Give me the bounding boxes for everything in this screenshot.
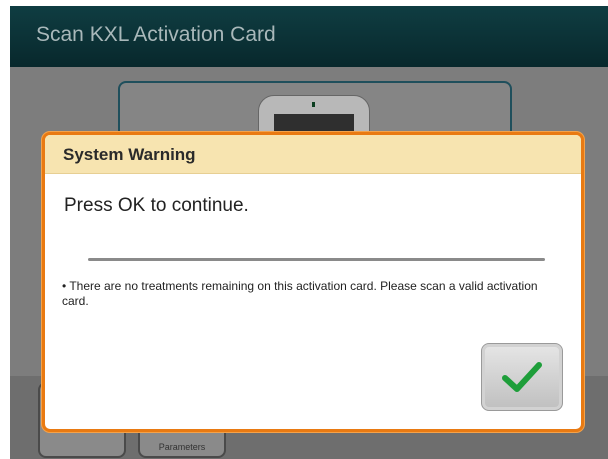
page-title: Scan KXL Activation Card [36, 23, 276, 46]
dialog-title: System Warning [63, 145, 196, 164]
divider [88, 258, 545, 261]
reader-led-icon [312, 102, 315, 107]
title-bar: Scan KXL Activation Card [10, 6, 608, 67]
parameters-label: Parameters [158, 442, 206, 452]
dialog-header: System Warning [45, 135, 581, 174]
system-warning-dialog: System Warning Press OK to continue. • T… [42, 132, 584, 432]
checkmark-icon [502, 362, 542, 392]
dialog-detail: • There are no treatments remaining on t… [62, 279, 538, 308]
dialog-message: Press OK to continue. [64, 195, 249, 216]
ok-button[interactable] [481, 343, 563, 411]
